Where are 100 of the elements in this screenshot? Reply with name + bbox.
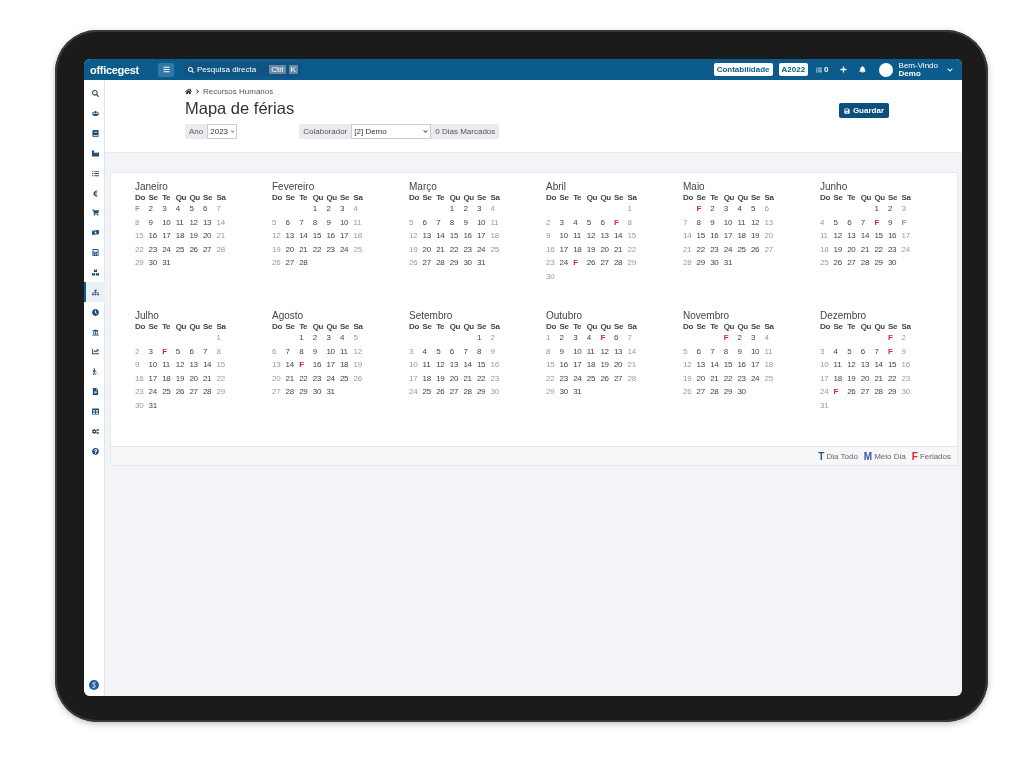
- day-cell[interactable]: 24: [162, 244, 176, 259]
- day-cell[interactable]: 26: [189, 244, 203, 259]
- day-cell[interactable]: 17: [162, 231, 176, 245]
- day-cell[interactable]: 20: [847, 244, 861, 259]
- day-cell[interactable]: 13: [422, 231, 437, 245]
- day-cell[interactable]: F: [874, 217, 888, 232]
- day-cell[interactable]: 24: [148, 387, 163, 401]
- day-cell[interactable]: 9: [148, 217, 163, 232]
- day-cell[interactable]: 16: [710, 231, 724, 245]
- day-cell[interactable]: 12: [750, 217, 765, 232]
- day-cell[interactable]: 19: [436, 373, 450, 388]
- day-cell[interactable]: 14: [202, 360, 217, 374]
- day-cell[interactable]: 6: [202, 204, 217, 218]
- day-cell[interactable]: 10: [559, 231, 574, 245]
- day-cell[interactable]: 23: [463, 244, 477, 259]
- employee-select[interactable]: [2] Demo: [351, 124, 432, 139]
- day-cell[interactable]: 17: [148, 373, 163, 388]
- day-cell[interactable]: 13: [847, 231, 861, 245]
- day-cell[interactable]: 27: [189, 387, 203, 401]
- day-cell[interactable]: 2: [559, 333, 574, 347]
- day-cell[interactable]: 26: [175, 387, 190, 401]
- day-cell[interactable]: 12: [175, 360, 190, 374]
- day-cell[interactable]: 25: [586, 373, 601, 388]
- day-cell[interactable]: 10: [339, 217, 354, 232]
- day-cell[interactable]: 16: [312, 360, 327, 374]
- day-cell[interactable]: 12: [189, 217, 203, 232]
- day-cell[interactable]: 12: [847, 360, 861, 374]
- day-cell[interactable]: 10: [326, 346, 340, 361]
- day-cell[interactable]: 27: [613, 373, 628, 388]
- day-cell[interactable]: 20: [860, 373, 875, 388]
- save-button[interactable]: Guardar: [838, 103, 889, 118]
- day-cell[interactable]: 11: [422, 360, 437, 374]
- day-cell[interactable]: 11: [586, 346, 601, 361]
- day-cell[interactable]: 24: [750, 373, 765, 388]
- day-cell[interactable]: 14: [874, 360, 888, 374]
- day-cell[interactable]: 29: [887, 387, 902, 401]
- day-cell[interactable]: 22: [887, 373, 902, 388]
- day-cell[interactable]: 14: [285, 360, 300, 374]
- day-cell[interactable]: 5: [833, 217, 848, 232]
- day-cell[interactable]: 20: [600, 244, 614, 259]
- day-cell[interactable]: 30: [710, 258, 724, 272]
- day-cell[interactable]: 7: [202, 346, 217, 361]
- day-cell[interactable]: 3: [326, 333, 340, 347]
- day-cell[interactable]: 2: [463, 204, 477, 218]
- day-cell[interactable]: 5: [586, 217, 601, 232]
- day-cell[interactable]: 24: [723, 244, 738, 259]
- day-cell[interactable]: 22: [449, 244, 464, 259]
- day-cell[interactable]: 13: [600, 231, 614, 245]
- day-cell[interactable]: 29: [696, 258, 711, 272]
- day-cell[interactable]: 13: [202, 217, 217, 232]
- day-cell[interactable]: 8: [449, 217, 464, 232]
- day-cell[interactable]: 4: [586, 333, 601, 347]
- day-cell[interactable]: 8: [299, 346, 313, 361]
- day-cell[interactable]: 11: [162, 360, 176, 374]
- day-cell[interactable]: 26: [847, 387, 861, 401]
- day-cell[interactable]: 6: [847, 217, 861, 232]
- day-cell[interactable]: 28: [613, 258, 628, 272]
- day-cell[interactable]: 28: [860, 258, 875, 272]
- day-cell[interactable]: 28: [202, 387, 217, 401]
- day-cell[interactable]: 28: [436, 258, 450, 272]
- day-cell[interactable]: 19: [847, 373, 861, 388]
- day-cell[interactable]: F: [600, 333, 614, 347]
- day-cell[interactable]: 19: [175, 373, 190, 388]
- day-cell[interactable]: 23: [559, 373, 574, 388]
- day-cell[interactable]: 9: [559, 346, 574, 361]
- day-cell[interactable]: 13: [613, 346, 628, 361]
- day-cell[interactable]: 18: [586, 360, 601, 374]
- day-cell[interactable]: 25: [737, 244, 751, 259]
- tasks-button[interactable]: 0: [814, 65, 831, 74]
- day-cell[interactable]: 14: [710, 360, 724, 374]
- menu-button[interactable]: [158, 62, 174, 77]
- day-cell[interactable]: 17: [326, 360, 340, 374]
- day-cell[interactable]: 9: [887, 217, 902, 232]
- day-cell[interactable]: 16: [326, 231, 340, 245]
- day-cell[interactable]: F: [833, 387, 848, 401]
- day-cell[interactable]: 25: [339, 373, 354, 388]
- day-cell[interactable]: 31: [162, 258, 176, 272]
- day-cell[interactable]: 19: [189, 231, 203, 245]
- day-cell[interactable]: 7: [463, 346, 477, 361]
- day-cell[interactable]: 13: [860, 360, 875, 374]
- year-select[interactable]: 2023: [207, 124, 238, 139]
- day-cell[interactable]: 9: [737, 346, 751, 361]
- day-cell[interactable]: 23: [326, 244, 340, 259]
- day-cell[interactable]: 21: [710, 373, 724, 388]
- day-cell[interactable]: 22: [476, 373, 491, 388]
- day-cell[interactable]: 9: [710, 217, 724, 232]
- logo[interactable]: officegest: [90, 63, 150, 76]
- day-cell[interactable]: 31: [326, 387, 340, 401]
- day-cell[interactable]: F: [887, 333, 902, 347]
- day-cell[interactable]: 3: [573, 333, 587, 347]
- day-cell[interactable]: 19: [600, 360, 614, 374]
- day-cell[interactable]: 12: [436, 360, 450, 374]
- day-cell[interactable]: 26: [600, 373, 614, 388]
- day-cell[interactable]: 17: [476, 231, 491, 245]
- day-cell[interactable]: 16: [559, 360, 574, 374]
- day-cell[interactable]: 30: [148, 258, 163, 272]
- day-cell[interactable]: 13: [189, 360, 203, 374]
- day-cell[interactable]: 1: [476, 333, 491, 347]
- day-cell[interactable]: 10: [750, 346, 765, 361]
- day-cell[interactable]: 28: [299, 258, 313, 272]
